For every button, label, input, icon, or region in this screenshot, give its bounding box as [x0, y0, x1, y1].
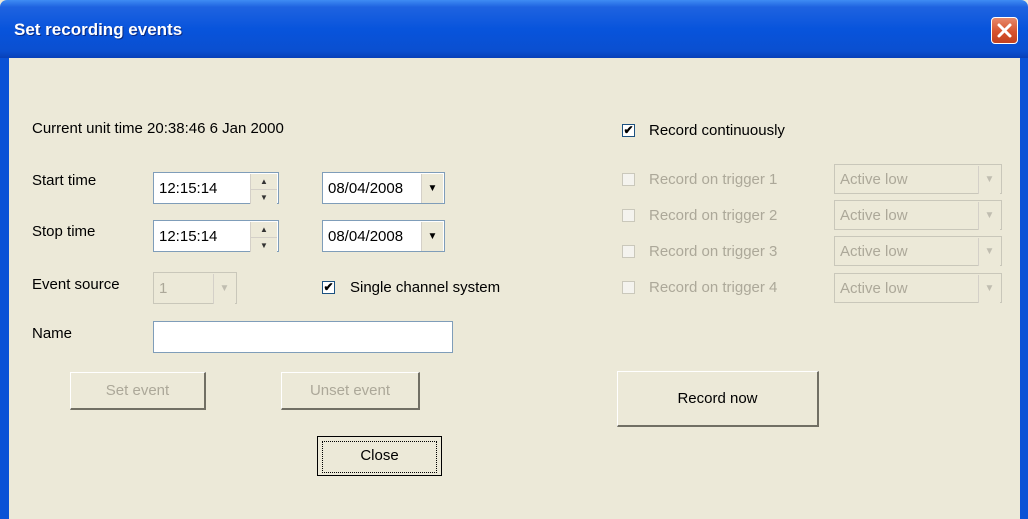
trigger-3-checkbox[interactable]	[622, 245, 635, 258]
window-border-right	[1020, 58, 1028, 519]
trigger-3-label: Record on trigger 3	[649, 243, 778, 260]
spin-down-icon[interactable]: ▼	[251, 189, 277, 205]
stop-time-field[interactable]: 12:15:14 ▲ ▼	[153, 220, 279, 252]
trigger-2-value: Active low	[840, 207, 908, 224]
current-unit-time: Current unit time 20:38:46 6 Jan 2000	[32, 120, 284, 137]
window-title: Set recording events	[14, 20, 183, 39]
focus-rectangle	[322, 441, 437, 473]
trigger-4-label: Record on trigger 4	[649, 279, 778, 296]
set-event-button[interactable]: Set event	[70, 372, 206, 410]
close-icon	[997, 23, 1012, 38]
chevron-down-icon: ▼	[978, 166, 1000, 194]
checkmark-icon: ✔	[323, 280, 334, 294]
name-input[interactable]	[153, 321, 453, 353]
checkmark-icon: ✔	[623, 123, 634, 137]
single-channel-checkbox[interactable]: ✔	[322, 281, 335, 294]
trigger-4-value: Active low	[840, 280, 908, 297]
close-button[interactable]: Close	[317, 436, 442, 476]
single-channel-label: Single channel system	[350, 279, 501, 296]
unset-event-label: Unset event	[309, 382, 391, 399]
trigger-2-select[interactable]: Active low ▼	[834, 200, 1002, 230]
trigger-1-select[interactable]: Active low ▼	[834, 164, 1002, 194]
trigger-3-value: Active low	[840, 243, 908, 260]
trigger-1-label: Record on trigger 1	[649, 171, 778, 188]
record-continuously-label: Record continuously	[649, 122, 785, 139]
start-time-value: 12:15:14	[159, 180, 218, 197]
record-continuously-checkbox[interactable]: ✔	[622, 124, 635, 137]
chevron-down-icon: ▼	[978, 275, 1000, 303]
window-border-left	[0, 58, 9, 519]
unset-event-button[interactable]: Unset event	[281, 372, 420, 410]
stop-time-spinner[interactable]: ▲ ▼	[250, 222, 277, 252]
trigger-1-checkbox[interactable]	[622, 173, 635, 186]
record-now-button[interactable]: Record now	[617, 371, 819, 427]
stop-date-value: 08/04/2008	[328, 228, 404, 245]
stop-date-picker[interactable]: 08/04/2008 ▼	[322, 220, 445, 252]
chevron-down-icon: ▼	[213, 274, 235, 304]
event-source-select[interactable]: 1 ▼	[153, 272, 237, 304]
start-time-label: Start time	[32, 172, 97, 189]
trigger-2-label: Record on trigger 2	[649, 207, 778, 224]
trigger-2-checkbox[interactable]	[622, 209, 635, 222]
chevron-down-icon: ▼	[978, 238, 1000, 266]
chevron-down-icon[interactable]: ▼	[421, 222, 443, 251]
spin-down-icon[interactable]: ▼	[251, 237, 277, 253]
stop-time-label: Stop time	[32, 223, 96, 240]
trigger-4-select[interactable]: Active low ▼	[834, 273, 1002, 303]
set-event-label: Set event	[105, 382, 170, 399]
spin-up-icon[interactable]: ▲	[251, 222, 277, 237]
stop-time-value: 12:15:14	[159, 228, 218, 245]
start-date-value: 08/04/2008	[328, 180, 404, 197]
start-time-field[interactable]: 12:15:14 ▲ ▼	[153, 172, 279, 204]
spin-up-icon[interactable]: ▲	[251, 174, 277, 189]
chevron-down-icon[interactable]: ▼	[421, 174, 443, 203]
chevron-down-icon: ▼	[978, 202, 1000, 230]
dialog-window: Set recording events Current unit time 2…	[0, 0, 1028, 519]
event-source-value: 1	[159, 280, 168, 297]
trigger-1-value: Active low	[840, 171, 908, 188]
name-label: Name	[32, 325, 73, 342]
event-source-label: Event source	[32, 276, 120, 293]
start-date-picker[interactable]: 08/04/2008 ▼	[322, 172, 445, 204]
close-window-button[interactable]	[991, 17, 1018, 44]
trigger-3-select[interactable]: Active low ▼	[834, 236, 1002, 266]
start-time-spinner[interactable]: ▲ ▼	[250, 174, 277, 204]
title-bar[interactable]: Set recording events	[0, 0, 1028, 58]
record-now-label: Record now	[677, 390, 758, 407]
trigger-4-checkbox[interactable]	[622, 281, 635, 294]
